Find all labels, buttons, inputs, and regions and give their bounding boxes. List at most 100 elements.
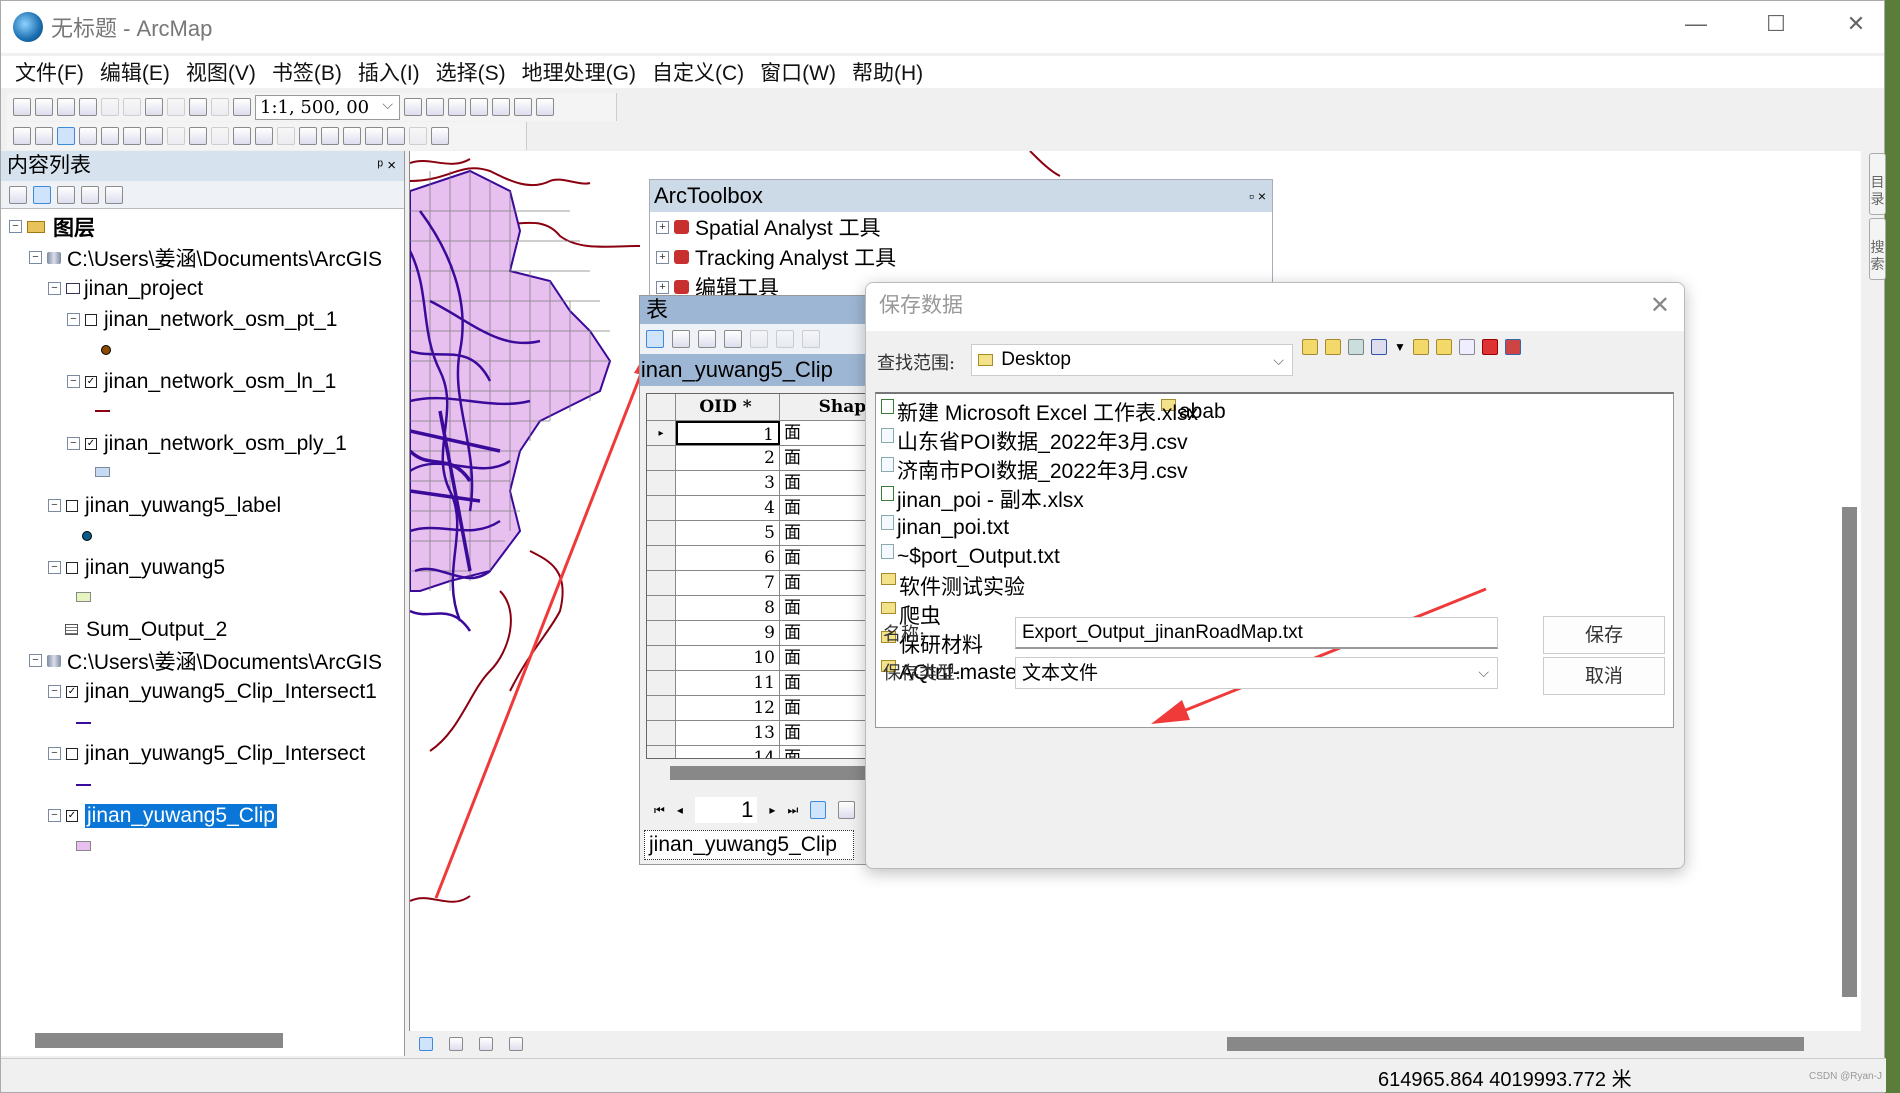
row-selector[interactable] (647, 696, 676, 720)
table-row[interactable]: 13 面 (647, 721, 879, 746)
visibility-checkbox[interactable] (66, 561, 78, 574)
cell-oid[interactable]: 12 (676, 696, 780, 720)
row-selector[interactable] (647, 546, 676, 570)
delete-icon[interactable] (167, 98, 185, 116)
table-row[interactable]: 10 面 (647, 646, 879, 671)
row-selector[interactable]: ▸ (647, 421, 676, 445)
time-slider-icon[interactable] (409, 127, 427, 145)
new-geodatabase-icon[interactable] (1458, 339, 1475, 355)
cell-oid[interactable]: 8 (676, 596, 780, 620)
dialog-close-button[interactable]: ✕ (1650, 283, 1670, 329)
delete-selected-icon[interactable] (802, 330, 820, 348)
collapse-icon[interactable]: − (29, 251, 42, 264)
table-options-icon[interactable] (646, 330, 664, 348)
cut-icon[interactable] (101, 98, 119, 116)
connect-folder-icon[interactable] (1348, 339, 1364, 355)
fixed-zoom-in-icon[interactable] (101, 127, 119, 145)
table-row[interactable]: 14 面 (647, 746, 879, 758)
look-in-dropdown[interactable]: Desktop ⌵ (971, 344, 1293, 376)
python-toolbox-icon[interactable] (1504, 339, 1521, 355)
select-by-attributes-icon[interactable] (698, 330, 716, 348)
cell-oid[interactable]: 10 (676, 646, 780, 670)
last-record-button[interactable]: ⏭ (787, 803, 798, 818)
refresh-icon[interactable] (479, 1036, 493, 1051)
measure-icon[interactable] (321, 127, 339, 145)
zoom-in-icon[interactable] (13, 127, 31, 145)
pan-icon[interactable] (57, 127, 75, 145)
collapse-icon[interactable]: − (48, 499, 61, 512)
pause-drawing-icon[interactable] (509, 1036, 523, 1051)
tree-item-yuwang5-label[interactable]: − jinan_yuwang5_label (48, 490, 281, 521)
row-selector[interactable] (647, 721, 676, 745)
cell-oid[interactable]: 2 (676, 446, 780, 470)
file-item[interactable]: ~$port_Output.txt (881, 542, 1060, 571)
minimize-button[interactable]: — (1676, 11, 1716, 37)
visibility-checkbox[interactable] (85, 313, 97, 326)
search-tab[interactable]: 搜索 (1869, 218, 1886, 280)
expand-icon[interactable]: + (656, 280, 669, 294)
menu-bookmarks[interactable]: 书签(B) (272, 57, 342, 87)
collapse-icon[interactable]: − (9, 220, 22, 233)
python-icon[interactable] (514, 98, 532, 116)
cell-oid[interactable]: 4 (676, 496, 780, 520)
search-window-icon[interactable] (470, 98, 488, 116)
save-type-dropdown[interactable]: 文本文件 ⌵ (1015, 657, 1498, 689)
collapse-icon[interactable]: − (29, 654, 42, 667)
expand-icon[interactable]: + (656, 250, 669, 264)
undo-icon[interactable] (189, 98, 207, 116)
row-selector[interactable] (647, 596, 676, 620)
table-horizontal-scrollbar[interactable] (670, 766, 875, 780)
table-row[interactable]: 7面 (647, 571, 879, 596)
show-all-records-icon[interactable] (810, 801, 827, 819)
cell-oid[interactable]: 14 (676, 746, 780, 758)
table-row[interactable]: 3面 (647, 471, 879, 496)
collapse-icon[interactable]: − (48, 561, 61, 574)
current-record-input[interactable]: 1 (694, 797, 758, 823)
file-item[interactable]: 软件测试实验 (881, 571, 1025, 600)
paste-icon[interactable] (145, 98, 163, 116)
magnifier-icon[interactable] (431, 127, 449, 145)
save-icon[interactable] (57, 98, 75, 116)
redo-icon[interactable] (211, 98, 229, 116)
visibility-checkbox[interactable]: ✓ (85, 437, 97, 450)
view-dropdown-icon[interactable]: ▼ (1394, 340, 1406, 354)
row-selector[interactable] (647, 621, 676, 645)
tree-item-yuwang5-clip[interactable]: − ✓ jinan_yuwang5_Clip (48, 800, 277, 831)
toolbox-spatial-analyst[interactable]: + Spatial Analyst 工具 (650, 212, 1272, 242)
collapse-icon[interactable]: − (48, 685, 61, 698)
cell-oid[interactable]: 3 (676, 471, 780, 495)
menu-view[interactable]: 视图(V) (186, 57, 256, 87)
view-options-icon[interactable] (1371, 339, 1387, 355)
tree-item-clip-intersect1[interactable]: − ✓ jinan_yuwang5_Clip_Intersect1 (48, 676, 377, 707)
tree-item-jinan-project[interactable]: − jinan_project (48, 273, 203, 304)
arctoolbox-icon[interactable] (492, 98, 510, 116)
table-row[interactable]: 6面 (647, 546, 879, 571)
table-row[interactable]: 5面 (647, 521, 879, 546)
hyperlink-icon[interactable] (277, 127, 295, 145)
toolbox-icon[interactable] (1481, 339, 1498, 355)
zoom-out-icon[interactable] (35, 127, 53, 145)
map-horizontal-scrollbar-thumb[interactable] (1227, 1037, 1804, 1051)
full-extent-icon[interactable] (79, 127, 97, 145)
tree-item-yuwang5[interactable]: − jinan_yuwang5 (48, 552, 225, 583)
row-selector[interactable] (647, 646, 676, 670)
cancel-button[interactable]: 取消 (1543, 657, 1665, 695)
editor-icon[interactable] (404, 98, 422, 116)
tree-item-clip-intersect[interactable]: − jinan_yuwang5_Clip_Intersect (48, 738, 365, 769)
print-icon[interactable] (79, 98, 97, 116)
cell-oid[interactable]: 6 (676, 546, 780, 570)
row-selector[interactable] (647, 571, 676, 595)
tree-item-workspace-1[interactable]: − C:\Users\姜涵\Documents\ArcGIS (29, 242, 382, 273)
table-row[interactable]: 12 面 (647, 696, 879, 721)
toc-window-icon[interactable] (426, 98, 444, 116)
cell-oid[interactable]: 5 (676, 521, 780, 545)
map-scale-dropdown[interactable]: 1:1, 500, 00 (255, 94, 400, 120)
row-selector[interactable] (647, 671, 676, 695)
file-item[interactable]: 济南市POI数据_2022年3月.csv (881, 455, 1188, 484)
show-selected-records-icon[interactable] (838, 801, 855, 819)
map-vertical-scrollbar[interactable] (1842, 507, 1857, 997)
visibility-checkbox[interactable]: ✓ (85, 375, 97, 388)
collapse-icon[interactable]: − (67, 437, 80, 450)
catalog-icon[interactable] (448, 98, 466, 116)
collapse-icon[interactable]: − (48, 809, 61, 822)
